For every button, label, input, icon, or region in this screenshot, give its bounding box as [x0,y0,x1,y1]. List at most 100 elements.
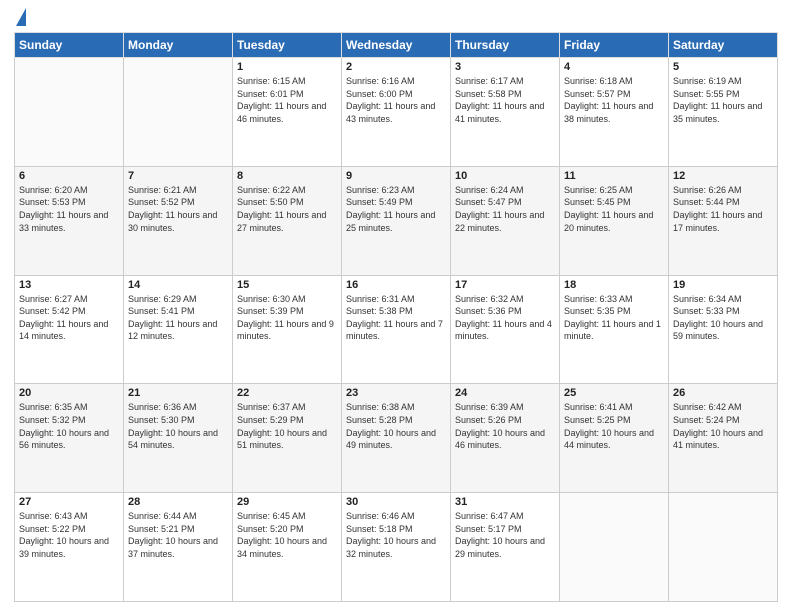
calendar-body: 1 Sunrise: 6:15 AMSunset: 6:01 PMDaylight… [15,58,778,602]
logo-triangle-icon [16,8,26,26]
day-cell: 27 Sunrise: 6:43 AMSunset: 5:22 PMDayligh… [15,493,124,602]
day-info: Sunrise: 6:46 AMSunset: 5:18 PMDaylight:… [346,510,446,560]
day-cell [560,493,669,602]
day-info: Sunrise: 6:43 AMSunset: 5:22 PMDaylight:… [19,510,119,560]
week-row-1: 1 Sunrise: 6:15 AMSunset: 6:01 PMDaylight… [15,58,778,167]
day-info: Sunrise: 6:17 AMSunset: 5:58 PMDaylight:… [455,75,555,125]
day-cell: 2 Sunrise: 6:16 AMSunset: 6:00 PMDaylight… [342,58,451,167]
day-info: Sunrise: 6:26 AMSunset: 5:44 PMDaylight:… [673,184,773,234]
day-cell: 26Sunrise: 6:42 AMSunset: 5:24 PMDayligh… [669,384,778,493]
day-number: 10 [455,170,555,182]
day-cell: 8 Sunrise: 6:22 AMSunset: 5:50 PMDaylight… [233,166,342,275]
day-info: Sunrise: 6:30 AMSunset: 5:39 PMDaylight:… [237,293,337,343]
day-info: Sunrise: 6:18 AMSunset: 5:57 PMDaylight:… [564,75,664,125]
day-cell: 10 Sunrise: 6:24 AMSunset: 5:47 PMDayligh… [451,166,560,275]
day-number: 27 [19,496,119,508]
day-info: Sunrise: 6:38 AMSunset: 5:28 PMDaylight:… [346,401,446,451]
day-number: 14 [128,279,228,291]
calendar-table: SundayMondayTuesdayWednesdayThursdayFrid… [14,32,778,602]
day-info: Sunrise: 6:32 AMSunset: 5:36 PMDaylight:… [455,293,555,343]
day-cell: 21 Sunrise: 6:36 AMSunset: 5:30 PMDayligh… [124,384,233,493]
day-number: 19 [673,279,773,291]
column-header-saturday: Saturday [669,33,778,58]
day-info: Sunrise: 6:44 AMSunset: 5:21 PMDaylight:… [128,510,228,560]
day-cell: 11 Sunrise: 6:25 AMSunset: 5:45 PMDayligh… [560,166,669,275]
day-info: Sunrise: 6:16 AMSunset: 6:00 PMDaylight:… [346,75,446,125]
day-cell: 30 Sunrise: 6:46 AMSunset: 5:18 PMDayligh… [342,493,451,602]
column-header-tuesday: Tuesday [233,33,342,58]
day-cell: 19 Sunrise: 6:34 AMSunset: 5:33 PMDayligh… [669,275,778,384]
page: SundayMondayTuesdayWednesdayThursdayFrid… [0,0,792,612]
day-cell: 12 Sunrise: 6:26 AMSunset: 5:44 PMDayligh… [669,166,778,275]
day-cell: 29Sunrise: 6:45 AMSunset: 5:20 PMDayligh… [233,493,342,602]
day-number: 8 [237,170,337,182]
day-cell [669,493,778,602]
day-cell: 9 Sunrise: 6:23 AMSunset: 5:49 PMDaylight… [342,166,451,275]
day-info: Sunrise: 6:39 AMSunset: 5:26 PMDaylight:… [455,401,555,451]
day-info: Sunrise: 6:37 AMSunset: 5:29 PMDaylight:… [237,401,337,451]
day-number: 7 [128,170,228,182]
day-info: Sunrise: 6:41 AMSunset: 5:25 PMDaylight:… [564,401,664,451]
day-cell [124,58,233,167]
day-cell: 17 Sunrise: 6:32 AMSunset: 5:36 PMDayligh… [451,275,560,384]
day-cell: 14 Sunrise: 6:29 AMSunset: 5:41 PMDayligh… [124,275,233,384]
day-info: Sunrise: 6:29 AMSunset: 5:41 PMDaylight:… [128,293,228,343]
day-cell: 7 Sunrise: 6:21 AMSunset: 5:52 PMDaylight… [124,166,233,275]
day-cell: 1 Sunrise: 6:15 AMSunset: 6:01 PMDaylight… [233,58,342,167]
day-cell: 5Sunrise: 6:19 AMSunset: 5:55 PMDaylight… [669,58,778,167]
day-number: 15 [237,279,337,291]
column-header-thursday: Thursday [451,33,560,58]
calendar-header: SundayMondayTuesdayWednesdayThursdayFrid… [15,33,778,58]
day-cell: 15 Sunrise: 6:30 AMSunset: 5:39 PMDayligh… [233,275,342,384]
day-cell: 6 Sunrise: 6:20 AMSunset: 5:53 PMDaylight… [15,166,124,275]
day-cell: 28 Sunrise: 6:44 AMSunset: 5:21 PMDayligh… [124,493,233,602]
day-number: 2 [346,61,446,73]
day-number: 4 [564,61,664,73]
day-number: 28 [128,496,228,508]
day-cell: 13Sunrise: 6:27 AMSunset: 5:42 PMDayligh… [15,275,124,384]
day-number: 25 [564,387,664,399]
day-info: Sunrise: 6:23 AMSunset: 5:49 PMDaylight:… [346,184,446,234]
logo [14,10,26,24]
day-info: Sunrise: 6:24 AMSunset: 5:47 PMDaylight:… [455,184,555,234]
day-number: 21 [128,387,228,399]
day-number: 3 [455,61,555,73]
column-header-friday: Friday [560,33,669,58]
day-cell: 3 Sunrise: 6:17 AMSunset: 5:58 PMDaylight… [451,58,560,167]
day-number: 31 [455,496,555,508]
day-info: Sunrise: 6:21 AMSunset: 5:52 PMDaylight:… [128,184,228,234]
day-info: Sunrise: 6:34 AMSunset: 5:33 PMDaylight:… [673,293,773,343]
day-number: 5 [673,61,773,73]
header-row: SundayMondayTuesdayWednesdayThursdayFrid… [15,33,778,58]
day-number: 20 [19,387,119,399]
day-info: Sunrise: 6:36 AMSunset: 5:30 PMDaylight:… [128,401,228,451]
day-number: 16 [346,279,446,291]
day-number: 18 [564,279,664,291]
day-cell: 23 Sunrise: 6:38 AMSunset: 5:28 PMDayligh… [342,384,451,493]
day-info: Sunrise: 6:35 AMSunset: 5:32 PMDaylight:… [19,401,119,451]
day-info: Sunrise: 6:20 AMSunset: 5:53 PMDaylight:… [19,184,119,234]
day-cell: 31Sunrise: 6:47 AMSunset: 5:17 PMDayligh… [451,493,560,602]
day-info: Sunrise: 6:31 AMSunset: 5:38 PMDaylight:… [346,293,446,343]
column-header-monday: Monday [124,33,233,58]
day-number: 13 [19,279,119,291]
day-number: 17 [455,279,555,291]
day-cell: 16 Sunrise: 6:31 AMSunset: 5:38 PMDayligh… [342,275,451,384]
day-number: 23 [346,387,446,399]
day-number: 12 [673,170,773,182]
day-info: Sunrise: 6:15 AMSunset: 6:01 PMDaylight:… [237,75,337,125]
day-number: 24 [455,387,555,399]
day-number: 30 [346,496,446,508]
day-cell: 4 Sunrise: 6:18 AMSunset: 5:57 PMDaylight… [560,58,669,167]
day-cell [15,58,124,167]
day-number: 11 [564,170,664,182]
day-number: 1 [237,61,337,73]
week-row-3: 13Sunrise: 6:27 AMSunset: 5:42 PMDayligh… [15,275,778,384]
day-info: Sunrise: 6:22 AMSunset: 5:50 PMDaylight:… [237,184,337,234]
day-number: 6 [19,170,119,182]
day-cell: 22Sunrise: 6:37 AMSunset: 5:29 PMDayligh… [233,384,342,493]
day-number: 9 [346,170,446,182]
day-info: Sunrise: 6:33 AMSunset: 5:35 PMDaylight:… [564,293,664,343]
day-cell: 20 Sunrise: 6:35 AMSunset: 5:32 PMDayligh… [15,384,124,493]
day-info: Sunrise: 6:25 AMSunset: 5:45 PMDaylight:… [564,184,664,234]
